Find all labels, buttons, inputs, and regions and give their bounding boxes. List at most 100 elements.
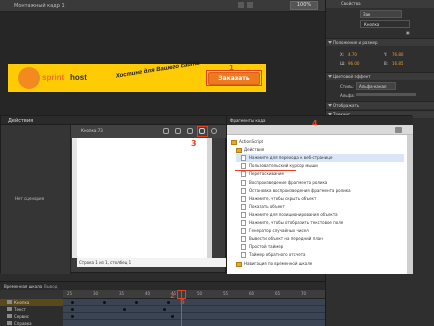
tree-item-label: Нажмите для позиционирования объекта	[249, 211, 338, 217]
folder-icon	[236, 148, 242, 154]
section-color-effect[interactable]: Цветовой эффект	[326, 72, 434, 80]
frame-row[interactable]	[63, 320, 325, 326]
scene-name[interactable]: Монтажный кадр 1	[14, 3, 65, 9]
expand-icon	[328, 41, 332, 44]
x-value[interactable]: 4.70	[348, 52, 357, 57]
frame-ruler[interactable]: 25 30 35 40 45 50 55 60 65 70	[63, 290, 325, 299]
script-tab[interactable]: Кнопка:73	[81, 128, 103, 133]
options-menu-icon[interactable]	[395, 127, 402, 133]
keyframe[interactable]	[171, 315, 174, 318]
sprinthost-banner[interactable]: sprint host Хостинг для Вашего сайта Зак…	[8, 61, 266, 92]
keyframe[interactable]	[71, 301, 74, 304]
h-value[interactable]: 16.85	[392, 61, 403, 66]
snippet-file-icon	[241, 236, 246, 243]
tree-item-label: Воспроизведение фрагмента ролика	[249, 179, 328, 185]
keyframe[interactable]	[71, 315, 74, 318]
frame-row[interactable]	[63, 306, 325, 313]
tab-output[interactable]: Вывод	[44, 284, 57, 289]
banner-slogan: Хостинг для Вашего сайта	[115, 60, 201, 80]
timeline-panel: Временная шкала Вывод 25 30 35 40 45 50 55 60 65…	[0, 281, 325, 326]
help-icon[interactable]	[211, 128, 217, 134]
tree-item-label: Остановка воспроизведения фрагмента роли…	[249, 187, 351, 193]
section-position[interactable]: Положение и размер	[326, 38, 434, 46]
keyframe[interactable]	[135, 301, 138, 304]
tree-item-label: Перетаскивание	[249, 171, 284, 177]
annotation-1: 1	[229, 64, 234, 72]
keyframe[interactable]	[123, 308, 126, 311]
frame-row[interactable]	[63, 313, 325, 320]
w-label: Ш:	[340, 61, 346, 66]
keyframe[interactable]	[103, 301, 106, 304]
scene-icon[interactable]	[238, 2, 244, 8]
x-label: X:	[340, 52, 345, 57]
alpha-slider[interactable]	[356, 93, 416, 96]
layer-name: Справка	[14, 321, 32, 326]
layer-row[interactable]: Текст	[0, 306, 63, 313]
script-editor[interactable]	[77, 138, 207, 258]
style-select[interactable]: Альфа-канал	[356, 82, 396, 90]
snippets-tree[interactable]: ActionScript Действия Нажмите для перехода…	[227, 135, 407, 274]
snippet-file-icon	[241, 163, 246, 170]
layer-row[interactable]: Справка	[0, 320, 63, 326]
layer-name: Текст	[14, 307, 26, 312]
expand-icon	[328, 75, 332, 78]
layer-name: Сервис	[14, 314, 29, 319]
instance-type-select[interactable]	[360, 20, 410, 28]
annotation-3: 3	[191, 139, 197, 148]
symbol-icon[interactable]	[247, 2, 253, 8]
section-display-label: Отображать	[333, 103, 360, 108]
properties-tabbar: Свойства	[326, 0, 434, 8]
frame-grid[interactable]	[63, 299, 325, 326]
snippet-file-icon	[241, 228, 246, 235]
keyframe[interactable]	[167, 301, 170, 304]
properties-tab[interactable]: Свойства	[341, 1, 361, 6]
no-script-label: Нет сценария	[15, 196, 45, 201]
snippet-file-icon	[241, 220, 246, 226]
annotation-2: 2	[170, 292, 175, 300]
tree-item-label: Нажмите для перехода к веб-странице	[249, 155, 333, 161]
folder-icon	[231, 140, 237, 145]
layer-row[interactable]: Кнопка	[0, 299, 63, 306]
tree-item-label: ActionScript	[239, 139, 264, 144]
snippet-file-icon	[241, 179, 246, 186]
ruler-frame-number: 65	[275, 291, 281, 296]
keyframe[interactable]	[71, 308, 74, 311]
snippet-file-icon	[241, 187, 246, 194]
keyframe[interactable]	[163, 308, 166, 311]
layer-row[interactable]: Сервис	[0, 313, 63, 320]
tree-item-label: Таймер обратного отсчета	[249, 252, 306, 258]
style-label: Стиль:	[340, 84, 354, 89]
actions-title-bar[interactable]: Действия	[1, 116, 227, 125]
section-display[interactable]: Отображать	[326, 101, 434, 109]
tree-item-label: Пользовательский курсор мыши	[249, 163, 318, 169]
y-label: Y:	[384, 52, 388, 57]
snippets-title: Фрагменты кода	[230, 118, 266, 123]
script-navigator[interactable]: Нет сценария	[1, 125, 71, 274]
y-value[interactable]: 76.80	[392, 52, 403, 57]
ruler-frame-number: 55	[223, 291, 229, 296]
swap-button[interactable]: ▣	[406, 30, 410, 35]
alpha-label: Альфа:	[340, 93, 355, 98]
find-icon[interactable]	[175, 128, 181, 134]
tab-timeline[interactable]: Временная шкала	[4, 284, 42, 289]
tree-item-label: Действия	[244, 147, 265, 153]
logo-text-host: host	[70, 73, 87, 82]
annotation-box-3	[197, 126, 208, 137]
snippet-file-icon	[241, 171, 246, 178]
format-icon[interactable]	[187, 128, 193, 134]
editor-scrollbar[interactable]	[207, 138, 212, 258]
section-color-label: Цветовой эффект	[333, 74, 371, 79]
h-label: В:	[384, 61, 389, 66]
insert-target-icon[interactable]	[163, 128, 169, 134]
actions-status-bar: Строка 1 из 1, столбец 1	[77, 258, 227, 267]
zoom-select[interactable]: 100%	[290, 1, 318, 10]
expand-icon	[328, 104, 332, 107]
snippets-title-bar[interactable]: Фрагменты кода 4	[227, 116, 413, 128]
snippet-file-icon	[241, 195, 246, 202]
annotation-box-1	[206, 70, 262, 86]
snippets-scrollbar[interactable]	[407, 135, 413, 274]
tree-item-label: Нажмите, чтобы отобразить текстовое поле	[249, 220, 344, 225]
w-value[interactable]: 96.00	[348, 61, 359, 66]
layer-icon	[7, 321, 12, 325]
instance-name-field[interactable]: Зак	[360, 10, 402, 18]
